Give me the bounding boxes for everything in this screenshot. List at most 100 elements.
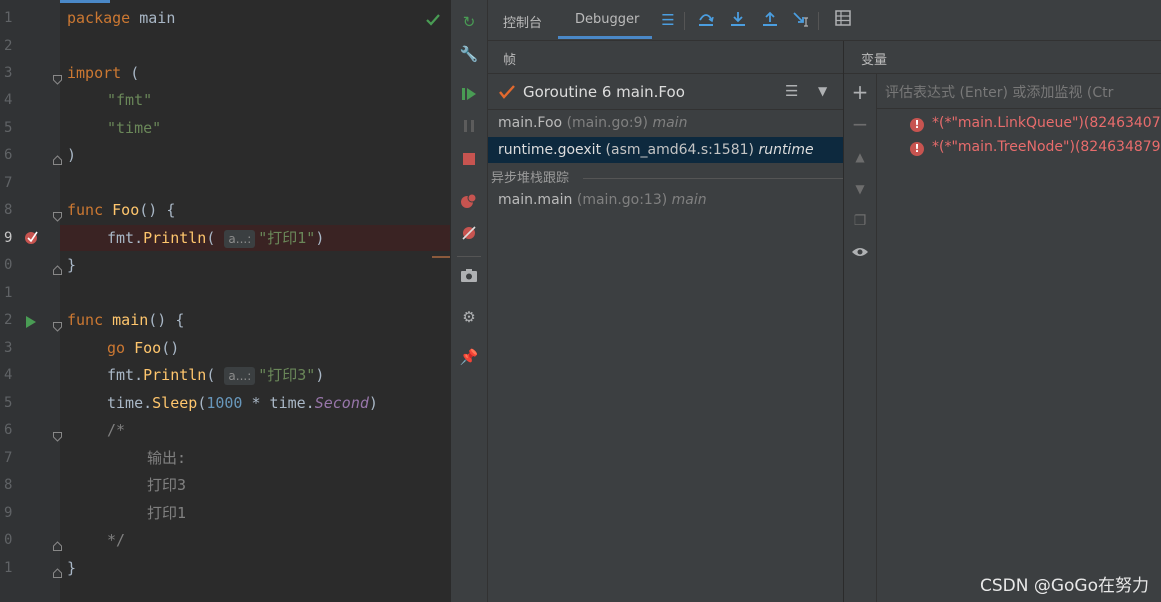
eye-icon[interactable] xyxy=(850,244,870,264)
stack-frame-selected[interactable]: runtime.goexit (asm_amd64.s:1581) runtim… xyxy=(488,137,843,163)
goroutine-check-icon xyxy=(498,83,516,101)
run-to-cursor-icon[interactable] xyxy=(792,10,812,30)
view-breakpoints-icon[interactable] xyxy=(459,192,479,212)
line-number: 9 xyxy=(4,230,13,246)
mute-breakpoints-icon[interactable] xyxy=(459,224,479,244)
variable-value: *(*"main.LinkQueue")(82463407 xyxy=(932,115,1161,131)
pin-icon[interactable]: 📌 xyxy=(459,347,479,367)
async-stack-trace-label: 异步堆栈跟踪 xyxy=(491,171,570,186)
line-number: 0 xyxy=(4,257,13,273)
fold-icon[interactable] xyxy=(53,70,62,85)
step-out-icon[interactable] xyxy=(760,10,780,30)
active-tab-underline xyxy=(558,36,652,39)
line-number: 7 xyxy=(4,175,13,191)
settings-icon[interactable]: ⚙ xyxy=(459,307,479,327)
fold-icon[interactable] xyxy=(53,207,62,222)
variable-row[interactable]: ! *(*"main.TreeNode")(824634879 xyxy=(910,139,1161,156)
move-up-icon[interactable]: ▲ xyxy=(850,147,870,167)
resume-icon[interactable] xyxy=(459,85,479,105)
code-line: 输出: xyxy=(147,449,187,467)
code-line: time.Sleep(1000 * time.Second) xyxy=(107,394,378,412)
error-icon: ! xyxy=(910,118,924,132)
frames-header: 帧 xyxy=(503,53,517,68)
code-line: } xyxy=(67,256,77,274)
line-number: 0 xyxy=(4,532,13,548)
param-hint: a...: xyxy=(224,230,256,248)
line-number: 2 xyxy=(4,38,13,54)
code-line: } xyxy=(67,559,77,577)
remove-watch-icon[interactable]: − xyxy=(850,114,870,134)
camera-icon[interactable] xyxy=(459,266,479,286)
goroutine-selector[interactable]: Goroutine 6 main.Foo xyxy=(523,83,685,101)
line-number: 6 xyxy=(4,422,13,438)
error-icon: ! xyxy=(910,142,924,156)
stack-frame[interactable]: main.main (main.go:13) main xyxy=(498,187,707,213)
code-line: go Foo() xyxy=(107,339,180,357)
line-number: 2 xyxy=(4,312,13,328)
code-line: */ xyxy=(107,531,126,549)
stack-frame[interactable]: main.Foo (main.go:9) main xyxy=(498,110,687,136)
frame-location: (main.go:13) xyxy=(576,192,668,208)
list-icon[interactable]: ☰ xyxy=(658,10,678,30)
stop-icon[interactable] xyxy=(459,150,479,170)
frame-package: runtime xyxy=(758,142,814,158)
tab-console[interactable]: 控制台 xyxy=(503,12,542,31)
fold-icon[interactable] xyxy=(53,317,62,332)
debug-tabs: 控制台 Debugger ☰ xyxy=(488,0,1161,41)
variables-toolbar: + − ▲ ▼ ❐ xyxy=(844,74,877,602)
code-line: func Foo() { xyxy=(67,201,176,219)
frame-func: main.Foo xyxy=(498,115,563,131)
line-number: 1 xyxy=(4,10,13,26)
line-number: 6 xyxy=(4,147,13,163)
frame-location: (asm_amd64.s:1581) xyxy=(605,142,754,158)
debug-toolbar-vertical: ↻ 🔧 ⚙ 📌 xyxy=(451,0,488,602)
line-number: 9 xyxy=(4,505,13,521)
evaluate-expression-input[interactable]: 评估表达式 (Enter) 或添加监视 (Ctr xyxy=(877,74,1161,109)
fold-icon[interactable] xyxy=(53,536,62,551)
toolbar-separator xyxy=(684,12,685,30)
line-number: 3 xyxy=(4,65,13,81)
fold-icon[interactable] xyxy=(53,563,62,578)
fold-icon[interactable] xyxy=(53,427,62,442)
line-number: 3 xyxy=(4,340,13,356)
evaluate-placeholder: 评估表达式 (Enter) 或添加监视 (Ctr xyxy=(885,85,1114,101)
frame-func: main.main xyxy=(498,192,573,208)
add-watch-icon[interactable]: + xyxy=(850,82,870,102)
copy-icon[interactable]: ❐ xyxy=(850,211,870,231)
code-line: "time" xyxy=(107,119,162,137)
frame-func: runtime.goexit xyxy=(498,142,602,158)
chevron-down-icon[interactable]: ▼ xyxy=(818,84,827,98)
divider xyxy=(488,73,843,74)
code-line: import ( xyxy=(67,64,140,82)
variable-value: *(*"main.TreeNode")(824634879 xyxy=(932,139,1161,155)
rerun-icon[interactable]: ↻ xyxy=(459,12,479,32)
fold-icon[interactable] xyxy=(53,260,62,275)
fold-icon[interactable] xyxy=(53,150,62,165)
code-line: package main xyxy=(67,9,176,27)
line-number: 1 xyxy=(4,285,13,301)
evaluate-table-icon[interactable] xyxy=(833,10,853,30)
toolbar-separator xyxy=(818,12,819,30)
step-over-icon[interactable] xyxy=(696,10,716,30)
move-down-icon[interactable]: ▼ xyxy=(850,179,870,199)
frame-package: main xyxy=(652,115,688,131)
line-number: 1 xyxy=(4,560,13,576)
filter-icon[interactable]: ☰ xyxy=(785,82,798,100)
line-number: 8 xyxy=(4,202,13,218)
variable-row[interactable]: ! *(*"main.LinkQueue")(82463407 xyxy=(910,115,1161,132)
code-line: 打印1 xyxy=(147,504,187,522)
toolbar-separator xyxy=(457,256,481,257)
pause-icon[interactable] xyxy=(459,117,479,137)
line-number: 5 xyxy=(4,120,13,136)
tab-debugger[interactable]: Debugger xyxy=(575,12,639,27)
breakpoint-icon[interactable] xyxy=(24,229,40,245)
frame-location: (main.go:9) xyxy=(566,115,649,131)
step-into-icon[interactable] xyxy=(728,10,748,30)
frames-panel: 帧 Goroutine 6 main.Foo ☰ ▼ main.Foo (mai… xyxy=(488,41,844,602)
run-gutter-icon[interactable] xyxy=(24,314,38,328)
code-editor[interactable]: 1 2 3 4 5 6 7 8 9 0 1 2 3 4 5 6 7 8 9 0 … xyxy=(0,0,450,602)
code-line: ) xyxy=(67,146,77,164)
scroll-marker xyxy=(432,256,450,258)
wrench-icon[interactable]: 🔧 xyxy=(459,44,479,64)
variables-panel: 变量 + − ▲ ▼ ❐ 评估表达式 (Enter) 或添加监视 (Ctr ! *… xyxy=(844,41,1161,602)
